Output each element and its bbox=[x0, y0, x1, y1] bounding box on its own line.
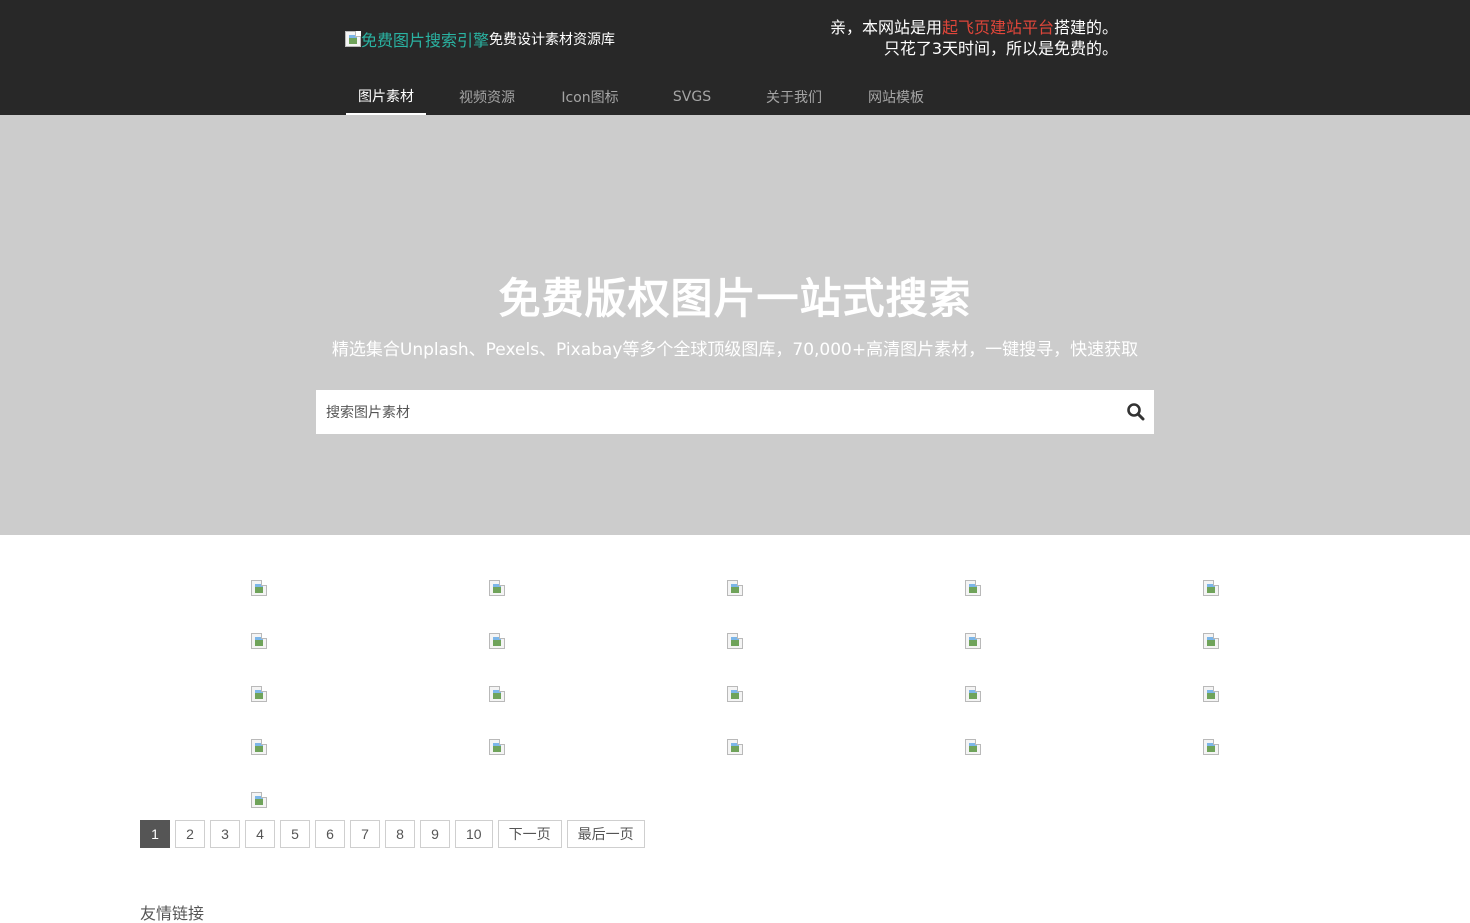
image-thumbnail[interactable] bbox=[1203, 686, 1219, 702]
broken-image-icon bbox=[965, 580, 981, 596]
broken-image-icon bbox=[727, 739, 743, 755]
image-thumbnail[interactable] bbox=[727, 686, 743, 702]
broken-image-icon bbox=[1203, 686, 1219, 702]
page-button-1[interactable]: 1 bbox=[140, 820, 170, 848]
broken-image-icon bbox=[345, 31, 361, 47]
logo-alt-text: 免费图片搜索引擎 bbox=[361, 31, 490, 50]
image-thumbnail[interactable] bbox=[965, 580, 981, 596]
notice-line2: 只花了3天时间，所以是免费的。 bbox=[883, 39, 1118, 58]
search-box bbox=[316, 390, 1154, 434]
broken-image-icon bbox=[489, 633, 505, 649]
image-thumbnail[interactable] bbox=[727, 633, 743, 649]
notice-prefix: 亲，本网站是用 bbox=[829, 18, 942, 37]
site-header: 免费图片搜索引擎 免费设计素材资源库 亲，本网站是用起飞页建站平台搭建的。 只花… bbox=[0, 0, 1470, 115]
image-thumbnail[interactable] bbox=[727, 739, 743, 755]
pagination: 1 2 3 4 5 6 7 8 9 10 下一页 最后一页 bbox=[140, 820, 645, 848]
broken-image-icon bbox=[489, 739, 505, 755]
nav-item-about[interactable]: 关于我们 bbox=[752, 78, 836, 115]
page-button-5[interactable]: 5 bbox=[280, 820, 310, 848]
broken-image-icon bbox=[727, 633, 743, 649]
image-thumbnail[interactable] bbox=[251, 792, 267, 808]
broken-image-icon bbox=[727, 686, 743, 702]
image-thumbnail[interactable] bbox=[1203, 580, 1219, 596]
site-logo-link[interactable]: 免费图片搜索引擎 免费设计素材资源库 bbox=[345, 28, 615, 50]
next-page-button[interactable]: 下一页 bbox=[497, 820, 562, 848]
page-button-7[interactable]: 7 bbox=[350, 820, 380, 848]
page-button-6[interactable]: 6 bbox=[315, 820, 345, 848]
broken-image-icon bbox=[489, 580, 505, 596]
nav-item-svgs[interactable]: SVGS bbox=[632, 78, 752, 115]
broken-image-icon bbox=[251, 792, 267, 808]
broken-image-icon bbox=[251, 580, 267, 596]
builder-platform-link[interactable]: 起飞页建站平台 bbox=[942, 18, 1054, 37]
page-button-8[interactable]: 8 bbox=[385, 820, 415, 848]
image-thumbnail[interactable] bbox=[489, 686, 505, 702]
nav-item-images[interactable]: 图片素材 bbox=[346, 78, 426, 115]
nav-item-icons[interactable]: Icon图标 bbox=[548, 78, 632, 115]
broken-image-icon bbox=[1203, 580, 1219, 596]
header-notice: 亲，本网站是用起飞页建站平台搭建的。 只花了3天时间，所以是免费的。 bbox=[830, 17, 1118, 59]
image-thumbnail[interactable] bbox=[489, 580, 505, 596]
image-thumbnail[interactable] bbox=[1203, 633, 1219, 649]
hero-title: 免费版权图片一站式搜索 bbox=[498, 274, 972, 323]
broken-image-icon bbox=[965, 739, 981, 755]
image-thumbnail[interactable] bbox=[727, 580, 743, 596]
image-thumbnail[interactable] bbox=[251, 580, 267, 596]
image-thumbnail[interactable] bbox=[251, 686, 267, 702]
main-nav: 图片素材 视频资源 Icon图标 SVGS 关于我们 网站模板 bbox=[346, 78, 956, 115]
image-thumbnail[interactable] bbox=[251, 739, 267, 755]
broken-image-icon bbox=[1203, 633, 1219, 649]
nav-item-templates[interactable]: 网站模板 bbox=[836, 78, 956, 115]
page-button-3[interactable]: 3 bbox=[210, 820, 240, 848]
logo-subtitle: 免费设计素材资源库 bbox=[489, 32, 616, 48]
broken-image-icon bbox=[965, 633, 981, 649]
broken-image-icon bbox=[251, 633, 267, 649]
search-icon[interactable] bbox=[1126, 402, 1146, 422]
image-thumbnail[interactable] bbox=[489, 739, 505, 755]
image-thumbnail[interactable] bbox=[1203, 739, 1219, 755]
image-thumbnail[interactable] bbox=[965, 686, 981, 702]
image-thumbnail[interactable] bbox=[489, 633, 505, 649]
hero-subtitle: 精选集合Unplash、Pexels、Pixabay等多个全球顶级图库，70,0… bbox=[331, 340, 1139, 360]
notice-suffix: 搭建的。 bbox=[1053, 18, 1118, 37]
hero-banner: 免费版权图片一站式搜索 精选集合Unplash、Pexels、Pixabay等多… bbox=[0, 115, 1470, 535]
broken-image-icon bbox=[1203, 739, 1219, 755]
broken-image-icon bbox=[251, 686, 267, 702]
page-button-10[interactable]: 10 bbox=[455, 820, 493, 848]
broken-image-icon bbox=[489, 686, 505, 702]
image-thumbnail[interactable] bbox=[251, 633, 267, 649]
friend-links-heading: 友情链接 bbox=[140, 904, 205, 923]
broken-image-icon bbox=[727, 580, 743, 596]
last-page-button[interactable]: 最后一页 bbox=[566, 820, 645, 848]
page-button-9[interactable]: 9 bbox=[420, 820, 450, 848]
page-button-4[interactable]: 4 bbox=[245, 820, 275, 848]
search-input[interactable] bbox=[316, 390, 1116, 434]
image-thumbnail[interactable] bbox=[965, 739, 981, 755]
broken-image-icon bbox=[251, 739, 267, 755]
page-button-2[interactable]: 2 bbox=[175, 820, 205, 848]
nav-item-videos[interactable]: 视频资源 bbox=[426, 78, 548, 115]
image-thumbnail[interactable] bbox=[965, 633, 981, 649]
broken-image-icon bbox=[965, 686, 981, 702]
